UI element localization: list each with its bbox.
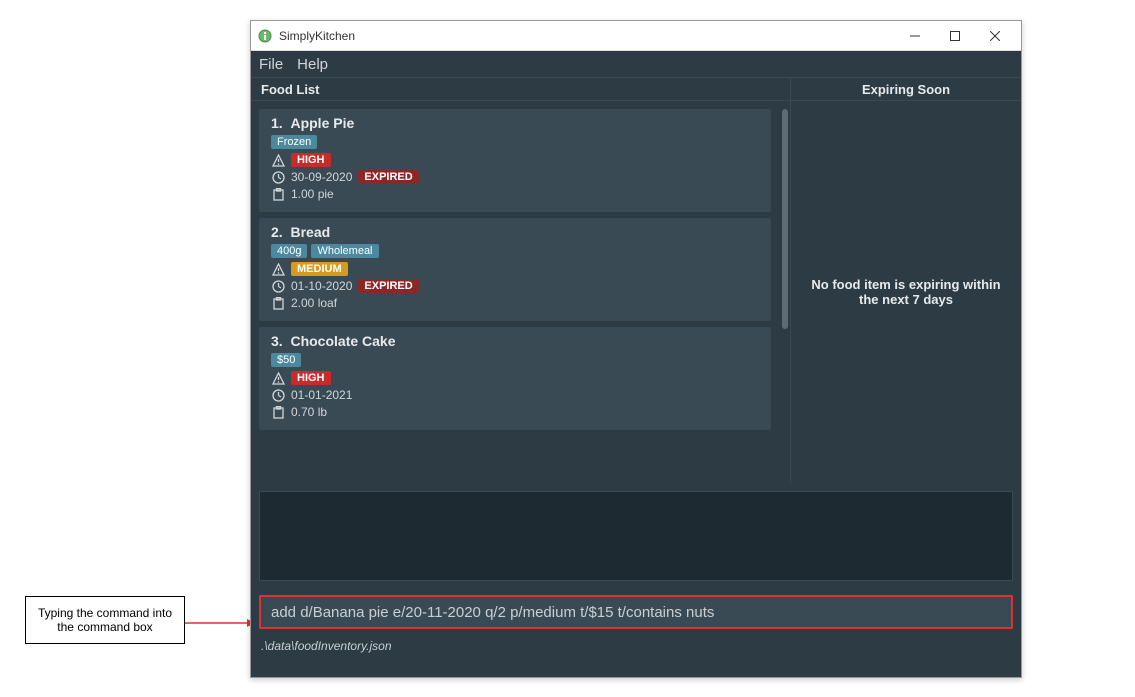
warning-icon (271, 262, 285, 276)
food-title: 3. Chocolate Cake (271, 333, 761, 349)
clipboard-icon (271, 187, 285, 201)
food-card[interactable]: 1. Apple Pie Frozen HIGH 30-09-2020 (259, 109, 771, 212)
food-tag: $50 (271, 353, 301, 367)
qty-row: 1.00 pie (271, 187, 761, 201)
menubar: File Help (251, 51, 1021, 77)
priority-badge: MEDIUM (291, 262, 348, 276)
annotation-text: Typing the command into the command box (30, 606, 180, 634)
app-window: SimplyKitchen File Help Food List Expiri… (250, 20, 1022, 678)
close-button[interactable] (975, 21, 1015, 51)
priority-row: MEDIUM (271, 262, 761, 276)
menu-help[interactable]: Help (297, 56, 328, 73)
expiring-panel: No food item is expiring within the next… (791, 101, 1021, 483)
titlebar: SimplyKitchen (251, 21, 1021, 51)
window-title: SimplyKitchen (279, 29, 895, 43)
clock-icon (271, 170, 285, 184)
food-tags: Frozen (271, 135, 761, 149)
command-input[interactable]: add d/Banana pie e/20-11-2020 q/2 p/medi… (259, 595, 1013, 629)
minimize-button[interactable] (895, 21, 935, 51)
maximize-button[interactable] (935, 21, 975, 51)
food-list: 1. Apple Pie Frozen HIGH 30-09-2020 (251, 101, 791, 483)
expiry-row: 01-01-2021 (271, 388, 761, 402)
clock-icon (271, 388, 285, 402)
expiring-empty-text: No food item is expiring within the next… (811, 277, 1001, 307)
command-value: add d/Banana pie e/20-11-2020 q/2 p/medi… (271, 604, 714, 621)
annotation-arrow (185, 619, 255, 621)
expired-badge: EXPIRED (358, 170, 418, 184)
output-area (251, 483, 1021, 589)
food-tag: 400g (271, 244, 307, 258)
priority-badge: HIGH (291, 153, 331, 167)
statusbar-path: .\data\foodInventory.json (261, 639, 392, 653)
food-tags: $50 (271, 353, 761, 367)
app-icon (257, 28, 273, 44)
scrollbar-thumb[interactable] (782, 109, 788, 329)
annotation-callout: Typing the command into the command box (25, 596, 185, 644)
priority-row: HIGH (271, 153, 761, 167)
qty-row: 2.00 loaf (271, 296, 761, 310)
clipboard-icon (271, 296, 285, 310)
priority-row: HIGH (271, 371, 761, 385)
expired-badge: EXPIRED (358, 279, 418, 293)
output-text (259, 491, 1013, 581)
qty-value: 2.00 loaf (291, 296, 337, 310)
expiry-row: 01-10-2020 EXPIRED (271, 279, 761, 293)
food-tag: Wholemeal (311, 244, 378, 258)
food-card[interactable]: 2. Bread 400g Wholemeal MEDIUM 01-1 (259, 218, 771, 321)
food-tags: 400g Wholemeal (271, 244, 761, 258)
expiry-date: 01-10-2020 (291, 279, 352, 293)
statusbar: .\data\foodInventory.json (251, 635, 1021, 657)
qty-value: 0.70 lb (291, 405, 327, 419)
food-title: 2. Bread (271, 224, 761, 240)
main-panels: 1. Apple Pie Frozen HIGH 30-09-2020 (251, 101, 1021, 483)
panel-headers: Food List Expiring Soon (251, 77, 1021, 101)
food-title: 1. Apple Pie (271, 115, 761, 131)
menu-file[interactable]: File (259, 56, 283, 73)
expiry-row: 30-09-2020 EXPIRED (271, 170, 761, 184)
food-tag: Frozen (271, 135, 317, 149)
qty-value: 1.00 pie (291, 187, 334, 201)
food-list-header: Food List (251, 78, 791, 100)
qty-row: 0.70 lb (271, 405, 761, 419)
expiring-soon-header: Expiring Soon (791, 78, 1021, 100)
command-area: add d/Banana pie e/20-11-2020 q/2 p/medi… (251, 589, 1021, 635)
clipboard-icon (271, 405, 285, 419)
priority-badge: HIGH (291, 371, 331, 385)
expiry-date: 01-01-2021 (291, 388, 352, 402)
expiry-date: 30-09-2020 (291, 170, 352, 184)
clock-icon (271, 279, 285, 293)
food-card[interactable]: 3. Chocolate Cake $50 HIGH 01-01-2021 (259, 327, 771, 430)
warning-icon (271, 371, 285, 385)
warning-icon (271, 153, 285, 167)
